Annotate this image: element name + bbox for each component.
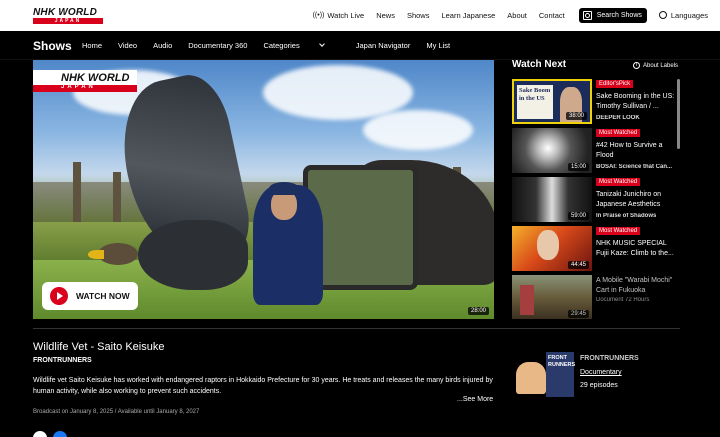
about-labels-link[interactable]: i About Labels (633, 62, 678, 69)
nav-shows[interactable]: Shows (407, 11, 430, 20)
status-badge: Most Watched (596, 227, 641, 235)
languages-button[interactable]: Languages (658, 11, 708, 20)
list-item[interactable]: 15:00 Most Watched #42 How to Survive a … (512, 128, 680, 174)
nav-contact[interactable]: Contact (539, 11, 565, 20)
subnav-documentary-360[interactable]: Documentary 360 (188, 41, 247, 50)
video-duration: 28:00 (467, 307, 489, 315)
episode-description: Wildlife vet Saito Keisuke has worked wi… (33, 377, 493, 395)
subnav-video[interactable]: Video (118, 41, 137, 50)
series-episode-count: 29 episodes (580, 382, 618, 389)
thumbnail: Sake Boom in the US 38:00 (512, 79, 592, 124)
watch-next-heading: Watch Next (512, 59, 567, 70)
search-icon (582, 10, 592, 20)
thumbnail: 15:00 (512, 128, 592, 173)
section-title[interactable]: Shows (33, 39, 72, 53)
subnav-categories[interactable]: Categories (263, 41, 339, 50)
globe-icon (658, 11, 667, 19)
nav-about[interactable]: About (507, 11, 527, 20)
status-badge: Most Watched (596, 178, 641, 186)
subnav-japan-navigator[interactable]: Japan Navigator (356, 41, 411, 50)
shows-subnav: Shows Home Video Audio Documentary 360 C… (0, 31, 720, 60)
subnav-links: Home Video Audio Documentary 360 Categor… (82, 41, 466, 50)
nav-watch-live[interactable]: ((•)) Watch Live (313, 11, 365, 20)
top-header: NHK WORLD JAPAN ((•)) Watch Live News Sho… (0, 0, 720, 31)
video-player[interactable]: NHK WORLD JAPAN WATCH NOW 28:00 (33, 60, 494, 319)
list-item[interactable]: 29:45 A Mobile "Warabi Mochi" Cart in Fu… (512, 275, 680, 319)
series-name[interactable]: FRONTRUNNERS (580, 355, 639, 362)
list-item[interactable]: 44:45 Most Watched NHK MUSIC SPECIAL Fuj… (512, 226, 680, 272)
watch-now-button[interactable]: WATCH NOW (42, 282, 138, 310)
logo-sub: JAPAN (54, 18, 82, 24)
search-shows-button[interactable]: Search Shows (578, 7, 647, 23)
list-item[interactable]: 59:00 Most Watched Tanizaki Junichiro on… (512, 177, 680, 223)
facebook-icon[interactable] (53, 431, 67, 437)
nav-learn-japanese[interactable]: Learn Japanese (441, 11, 495, 20)
series-category-link[interactable]: Documentary (580, 369, 622, 376)
status-badge: Most Watched (596, 129, 641, 137)
watch-next-list: Sake Boom in the US 38:00 Editor'sPick S… (512, 79, 680, 319)
nav-news[interactable]: News (376, 11, 395, 20)
status-badge: Editor'sPick (596, 80, 634, 88)
watch-next-scrollbar[interactable] (677, 79, 680, 149)
episode-title: Wildlife Vet - Saito Keisuke (33, 341, 165, 353)
subnav-home[interactable]: Home (82, 41, 102, 50)
subnav-my-list[interactable]: My List (426, 41, 450, 50)
series-link[interactable]: FRONTRUNNERS (33, 357, 92, 364)
chevron-down-icon (318, 41, 325, 47)
play-icon (50, 287, 68, 305)
share-buttons (33, 431, 73, 437)
see-more-link[interactable]: ...See More (457, 396, 493, 403)
broadcast-info: Broadcast on January 8, 2025 / Available… (33, 409, 200, 415)
thumbnail: 29:45 (512, 275, 592, 319)
thumbnail: 44:45 (512, 226, 592, 271)
nhk-world-logo[interactable]: NHK WORLD JAPAN (33, 7, 103, 24)
top-nav: ((•)) Watch Live News Shows Learn Japanes… (301, 6, 708, 24)
video-logo: NHK WORLD JAPAN (33, 70, 137, 92)
live-broadcast-icon: ((•)) (312, 11, 325, 19)
thumbnail: 59:00 (512, 177, 592, 222)
divider (33, 328, 680, 329)
share-icon[interactable] (33, 431, 47, 437)
subnav-audio[interactable]: Audio (153, 41, 172, 50)
info-icon: i (633, 62, 640, 69)
series-thumbnail[interactable]: FRONT RUNNERS (516, 352, 576, 397)
list-item[interactable]: Sake Boom in the US 38:00 Editor'sPick S… (512, 79, 680, 125)
